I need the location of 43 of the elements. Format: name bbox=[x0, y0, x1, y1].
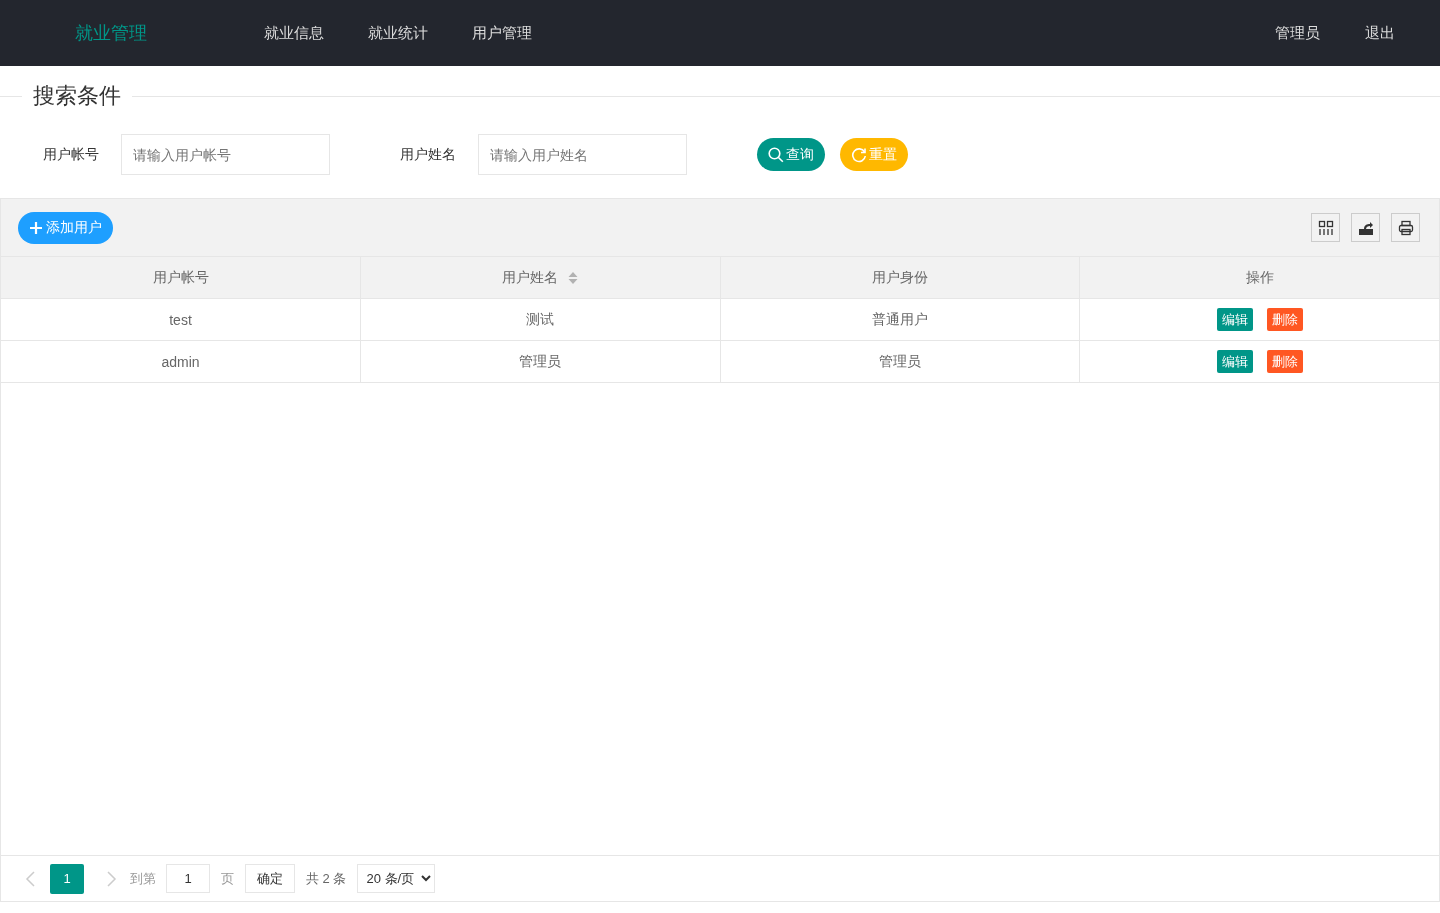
total-count: 共 2 条 bbox=[306, 869, 347, 888]
plus-icon bbox=[29, 220, 43, 235]
export-tool-button[interactable] bbox=[1351, 213, 1380, 242]
table-cell: 普通用户 bbox=[871, 310, 928, 327]
nav-link[interactable]: 就业统计 bbox=[368, 23, 428, 43]
input-field[interactable]: 请输入用户帐号 bbox=[121, 134, 330, 175]
table-cell: 管理员 bbox=[519, 352, 562, 369]
table-cell: 测试 bbox=[526, 310, 555, 327]
column-header: 操作 bbox=[1245, 268, 1274, 287]
print-icon bbox=[1397, 219, 1414, 236]
column-header[interactable]: 用户姓名 bbox=[502, 268, 559, 287]
delete-button[interactable]: 删除 bbox=[1266, 350, 1303, 373]
app-logo[interactable]: 就业管理 bbox=[75, 21, 264, 45]
page-size-select[interactable]: 20 条/页 bbox=[357, 864, 436, 893]
export-icon bbox=[1357, 219, 1374, 236]
search-button[interactable]: 查询 bbox=[757, 138, 825, 171]
nav-link[interactable]: 用户管理 bbox=[472, 23, 532, 43]
page-input[interactable]: 1 bbox=[166, 864, 210, 893]
table-cell: 管理员 bbox=[878, 352, 921, 369]
search-icon bbox=[768, 146, 784, 163]
edit-button[interactable]: 编辑 bbox=[1216, 308, 1253, 331]
table-cell: test bbox=[169, 311, 192, 328]
column-header: 用户身份 bbox=[871, 268, 928, 287]
field-label: 用户帐号 bbox=[43, 145, 100, 164]
column-header: 用户帐号 bbox=[152, 268, 209, 287]
refresh-icon bbox=[851, 146, 867, 163]
nav-link[interactable]: 就业信息 bbox=[264, 23, 324, 43]
add-user-button[interactable]: 添加用户 bbox=[18, 211, 113, 244]
page-unit-label: 页 bbox=[221, 869, 234, 888]
delete-button[interactable]: 删除 bbox=[1266, 308, 1303, 331]
user-menu[interactable]: 管理员 bbox=[1275, 23, 1320, 43]
print-tool-button[interactable] bbox=[1391, 213, 1420, 242]
logout-link[interactable]: 退出 bbox=[1365, 23, 1395, 43]
edit-button[interactable]: 编辑 bbox=[1216, 350, 1253, 373]
input-field[interactable]: 请输入用户姓名 bbox=[478, 134, 687, 175]
columns-icon bbox=[1317, 219, 1334, 236]
page-button[interactable]: 1 bbox=[50, 863, 84, 894]
field-label: 用户姓名 bbox=[400, 145, 457, 164]
section-title: 搜索条件 bbox=[22, 82, 132, 110]
table-cell: admin bbox=[161, 353, 200, 370]
confirm-button[interactable]: 确定 bbox=[245, 864, 295, 893]
columns-tool-button[interactable] bbox=[1311, 213, 1340, 242]
goto-label: 到第 bbox=[130, 869, 156, 888]
